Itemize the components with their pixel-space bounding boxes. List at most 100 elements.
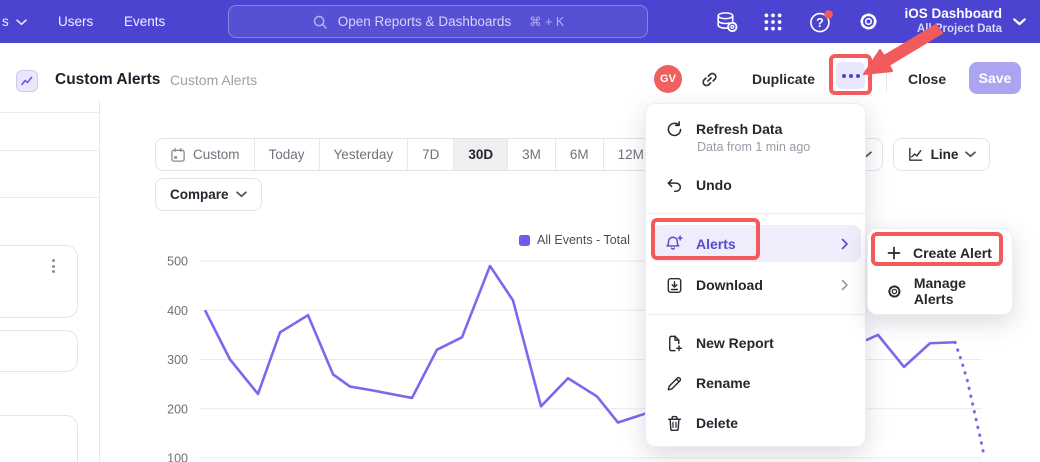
header-divider — [886, 63, 887, 92]
project-selector[interactable]: iOS Dashboard All Project Data — [872, 6, 1002, 36]
svg-text:500: 500 — [167, 255, 188, 269]
menu-item-rename[interactable]: Rename — [652, 366, 861, 400]
nav-item-users[interactable]: Users — [58, 13, 93, 30]
trash-icon — [665, 414, 684, 433]
project-scope: All Project Data — [872, 22, 1002, 36]
save-button[interactable]: Save — [969, 62, 1021, 94]
share-link-icon[interactable] — [699, 69, 720, 90]
refresh-data-sublabel: Data from 1 min ago — [697, 140, 810, 154]
chevron-down-icon — [16, 19, 27, 26]
nav-item-truncated[interactable]: s — [2, 13, 9, 30]
svg-text:200: 200 — [167, 402, 188, 416]
calendar-icon — [170, 147, 186, 163]
menu-label: New Report — [696, 335, 774, 351]
svg-text:100: 100 — [167, 452, 188, 462]
dashboard-sidebar — [0, 100, 100, 462]
close-button[interactable]: Close — [908, 71, 946, 87]
report-card[interactable] — [0, 415, 78, 462]
chevron-down-icon — [1013, 18, 1026, 26]
search-icon — [312, 14, 328, 30]
breadcrumb[interactable]: Custom Alerts — [170, 72, 257, 88]
range-label: 12M — [618, 147, 644, 162]
project-name: iOS Dashboard — [872, 6, 1002, 22]
menu-item-new-report[interactable]: New Report — [652, 326, 861, 360]
range-label: 30D — [468, 147, 493, 162]
data-management-icon[interactable] — [714, 9, 739, 34]
legend-item[interactable]: All Events - Total — [519, 233, 630, 247]
range-7d[interactable]: 7D — [407, 139, 453, 170]
report-card[interactable] — [0, 330, 78, 372]
refresh-icon — [665, 120, 684, 139]
card-kebab-menu-icon[interactable] — [52, 259, 55, 273]
range-label: Today — [269, 147, 305, 162]
range-label: Yesterday — [334, 147, 394, 162]
help-icon[interactable]: ? — [808, 9, 834, 35]
menu-label: Alerts — [696, 236, 736, 252]
svg-text:?: ? — [816, 16, 824, 30]
page-title: Custom Alerts — [55, 71, 160, 89]
range-custom[interactable]: Custom — [156, 139, 254, 170]
range-custom-label: Custom — [193, 147, 240, 162]
svg-text:400: 400 — [167, 304, 188, 318]
search-input[interactable]: Open Reports & Dashboards ⌘ + K — [228, 5, 648, 38]
report-type-icon — [16, 70, 38, 92]
chevron-down-icon — [236, 191, 247, 198]
apps-grid-icon[interactable] — [762, 11, 784, 33]
legend-swatch — [519, 235, 530, 246]
app-root: s Users Events Open Reports & Dashboards… — [0, 0, 1040, 462]
menu-divider — [646, 314, 867, 315]
range-label: 6M — [570, 147, 589, 162]
compare-button[interactable]: Compare — [155, 178, 262, 211]
more-options-menu: Refresh Data Data from 1 min ago Undo ⌘ … — [645, 103, 866, 447]
top-nav-bar: s Users Events Open Reports & Dashboards… — [0, 0, 1040, 43]
search-shortcut: ⌘ + K — [529, 14, 564, 29]
compare-label: Compare — [170, 187, 229, 202]
submenu-label: Create Alert — [913, 245, 992, 261]
new-report-icon — [665, 334, 684, 353]
download-icon — [665, 276, 684, 295]
sidebar-divider — [0, 197, 99, 198]
alerts-submenu: Create Alert Manage Alerts — [867, 228, 1013, 315]
sidebar-divider — [0, 150, 99, 151]
range-30d-active[interactable]: 30D — [453, 139, 507, 170]
menu-label: Delete — [696, 415, 738, 431]
range-3m[interactable]: 3M — [507, 139, 555, 170]
pencil-icon — [665, 374, 684, 393]
legend-label: All Events - Total — [537, 233, 630, 247]
submenu-item-create-alert[interactable]: Create Alert — [874, 237, 1008, 269]
range-yesterday[interactable]: Yesterday — [319, 139, 408, 170]
range-label: 3M — [522, 147, 541, 162]
chevron-down-icon — [965, 151, 976, 158]
menu-label: Download — [696, 277, 763, 293]
chart-type-label: Line — [931, 147, 959, 162]
svg-text:300: 300 — [167, 353, 188, 367]
range-today[interactable]: Today — [254, 139, 319, 170]
submenu-label: Manage Alerts — [914, 275, 1008, 307]
menu-item-download[interactable]: Download — [652, 267, 861, 303]
more-options-button[interactable] — [836, 62, 865, 89]
sidebar-divider — [0, 112, 99, 113]
menu-label: Refresh Data — [696, 121, 782, 137]
report-card[interactable] — [0, 245, 78, 318]
gear-icon — [886, 283, 903, 300]
nav-item-events[interactable]: Events — [124, 13, 165, 30]
chevron-right-icon — [841, 238, 849, 250]
range-6m[interactable]: 6M — [555, 139, 603, 170]
search-placeholder: Open Reports & Dashboards — [338, 14, 511, 29]
range-label: 7D — [422, 147, 439, 162]
chevron-right-icon — [841, 279, 849, 291]
avatar[interactable]: GV — [654, 65, 682, 93]
menu-item-alerts[interactable]: Alerts — [652, 225, 861, 262]
line-chart-type-icon — [907, 146, 924, 163]
plus-icon — [886, 245, 902, 261]
menu-item-undo[interactable]: Undo ⌘ Z — [652, 170, 861, 200]
duplicate-button[interactable]: Duplicate — [752, 71, 815, 87]
date-range-selector: Custom Today Yesterday 7D 30D 3M 6M 12M — [155, 138, 659, 171]
menu-divider — [646, 213, 867, 214]
notification-dot — [824, 10, 833, 19]
menu-label: Undo — [696, 177, 732, 193]
chart-type-button[interactable]: Line — [893, 138, 990, 171]
submenu-item-manage-alerts[interactable]: Manage Alerts — [874, 275, 1008, 307]
menu-item-delete[interactable]: Delete — [652, 406, 861, 440]
mini-chart-icon — [20, 74, 34, 88]
